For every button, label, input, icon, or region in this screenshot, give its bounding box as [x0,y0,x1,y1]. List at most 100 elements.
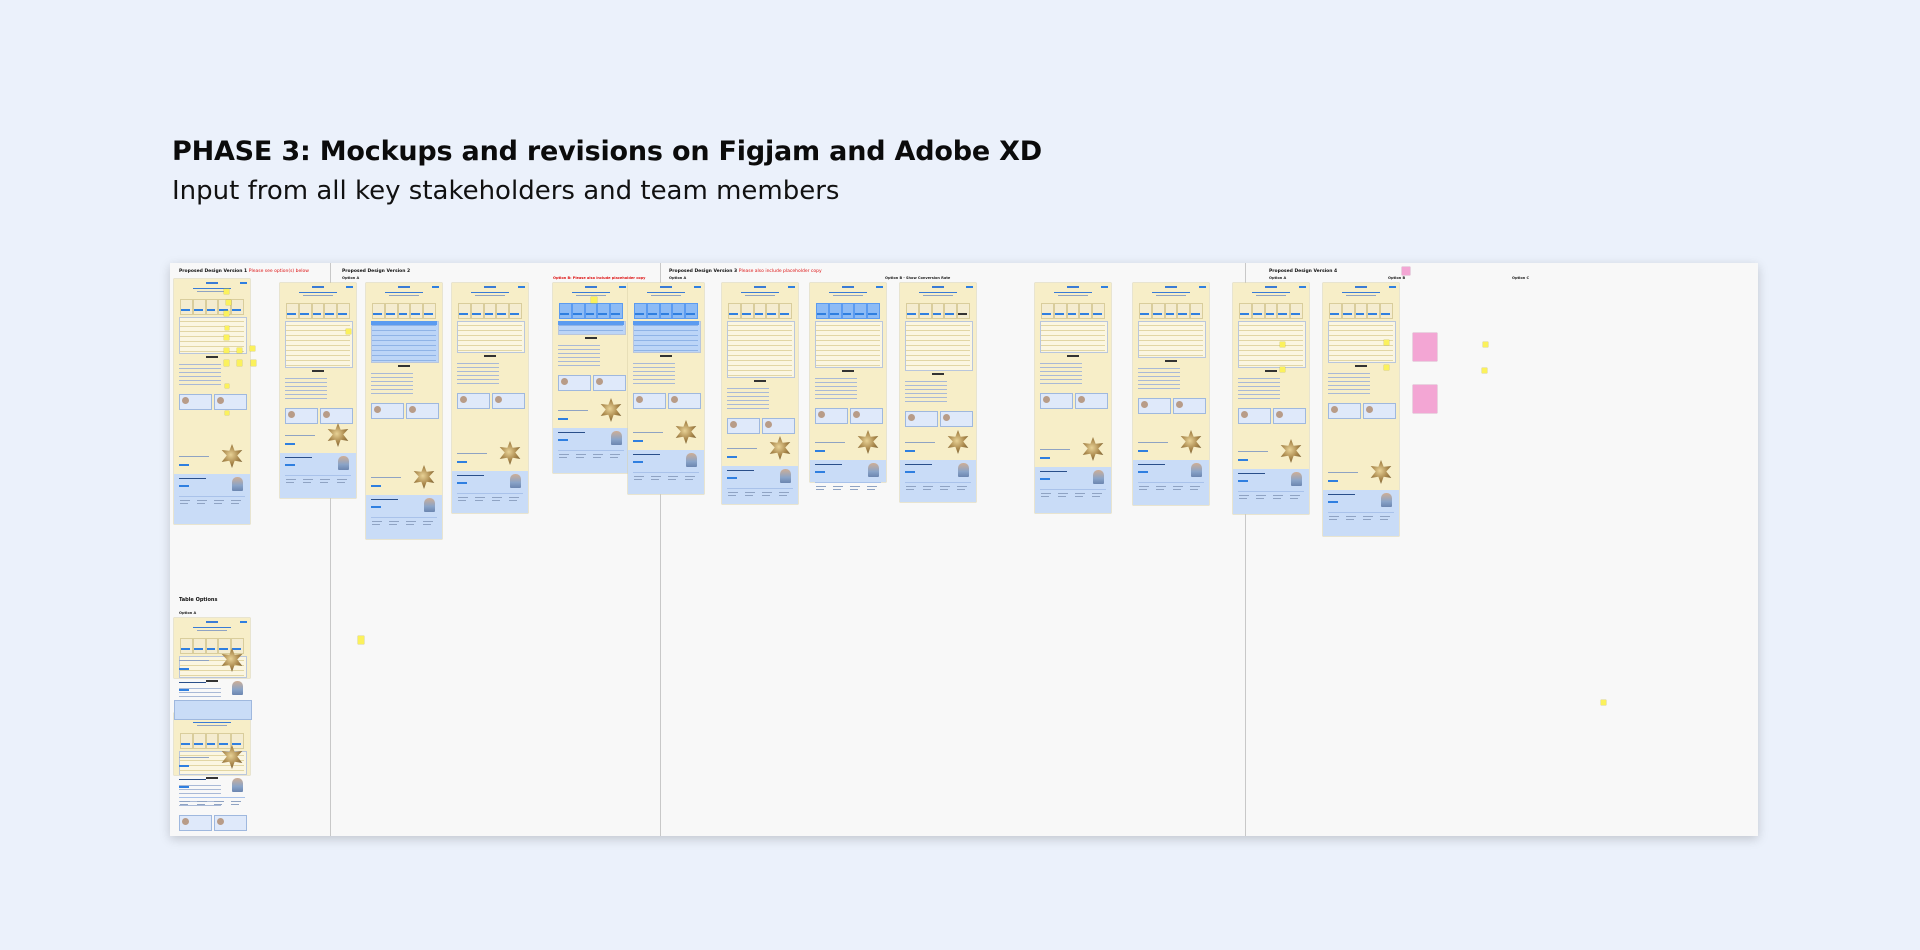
mockup-faq-line [371,385,413,386]
mockup-faq-line [815,394,857,395]
mockup-logo [1067,286,1079,288]
mockup-plan-card [384,303,398,319]
mockup-faq-line [1328,381,1370,382]
mockup-page[interactable] [280,283,356,498]
mockup-plan-card [931,303,945,319]
mockup-footer-link [213,804,222,805]
mockup-footer-link [458,497,468,498]
mockup-page[interactable] [1035,283,1111,513]
mockup-footer-link [1239,495,1249,496]
mockup-faq-line [179,384,221,385]
mockup-table-row [1329,345,1393,346]
mockup-plan-button [193,648,203,650]
mockup-plan-card [1190,303,1203,319]
mockup-footer-heading [727,470,754,471]
mockup-faq-line [727,400,769,401]
mockup-footer-button [179,485,189,487]
mockup-plan-button [635,313,644,315]
mockup-avatar [1141,401,1148,408]
mockup-avatar [818,411,825,418]
mockup-hero-text [1155,295,1187,296]
mockup-plan-card [1177,303,1191,319]
mockup-footer-link [422,521,433,522]
mockup-plan-card [1354,303,1368,319]
mockup-page[interactable] [1323,283,1399,536]
sticky-note [237,360,242,366]
mockup-avatar [1331,406,1338,413]
mockup-plan-card [205,733,219,749]
mockup-page[interactable] [1233,283,1309,514]
mockup-faq-line [633,375,675,376]
mockup-faq-line [179,692,221,693]
mockup-faq-line [457,367,499,368]
mockup-faq-line [633,383,675,384]
mockup-plan-button [1330,313,1339,315]
mockup-cta-button [660,355,672,357]
mockup-footer-heading [558,432,585,433]
mockup-footer-link [1091,496,1100,497]
mockup-plan-button [868,313,877,315]
mockup-footer-link [196,804,205,805]
mockup-page[interactable] [452,283,528,513]
mockup-page[interactable] [1133,283,1209,505]
mockup-body-line [727,448,758,449]
figjam-board[interactable]: Proposed Design Version 1 Please see opt… [170,263,1758,836]
mockup-footer-link [922,489,931,490]
mockup-faq-line [371,393,413,394]
mockup-body-line [1138,442,1169,443]
mockup-table-row [1329,325,1393,326]
sticky-note [358,636,364,644]
mockup-page[interactable] [628,283,704,494]
mockup-faq-line [558,345,600,346]
mockup-table-row [816,350,880,351]
mockup-faq-line [727,388,769,389]
mockup-plan-button [471,313,481,315]
mockup-footer-link [1172,489,1181,490]
mockup-faq-line [815,382,857,383]
mockup-footer-divider [633,472,699,473]
sticky-note [224,335,229,340]
mockup-footer-link [832,489,841,490]
mockup-avatar [1241,411,1248,418]
mockup-footer-button [1328,501,1338,503]
mockup-table-row [728,350,792,351]
mockup-body-button [1040,457,1050,459]
mockup-page[interactable] [174,279,250,524]
mockup-footer-link [1074,493,1085,494]
mockup-footer-link [1041,493,1051,494]
mockup-page[interactable] [553,283,629,473]
mockup-hero-heading [1152,292,1190,293]
mockup-plan-card [1341,303,1355,319]
mockup-table-row [728,365,792,366]
mockup-faq-line [558,365,600,366]
mockup-avatar [908,414,915,421]
mockup-hero-heading [647,292,685,293]
mockup-body-line [457,453,488,454]
mockup-hero-heading [919,292,957,293]
mockup-page[interactable] [900,283,976,502]
mockup-faq-line [1040,379,1082,380]
mockup-table-row [286,355,350,356]
option-label: Option B [1388,276,1406,280]
mockup-page[interactable] [174,713,250,831]
mockup-page[interactable] [810,283,886,490]
mockup-faq-line [558,357,600,358]
mockup-footer-divider [457,493,523,494]
mockup-faq-line [1040,371,1082,372]
mockup-logo [398,286,410,288]
mockup-page[interactable] [722,283,798,504]
mockup-plan-button [741,313,751,315]
mockup-footer-heading [905,464,932,465]
mockup-table-row [906,330,970,331]
mockup-body-line [179,757,210,758]
mockup-plan-button [1342,313,1352,315]
mockup-plan-card [906,303,919,319]
mockup-page[interactable] [366,283,442,539]
mockup-table-row [1239,325,1303,326]
mockup-page[interactable] [174,618,250,734]
mockup-plan-button [1291,313,1300,315]
mockup-faq-line [1138,388,1180,389]
mockup-table-row [1041,330,1105,331]
mockup-table-row [634,345,698,346]
mockup-avatar [495,396,502,403]
